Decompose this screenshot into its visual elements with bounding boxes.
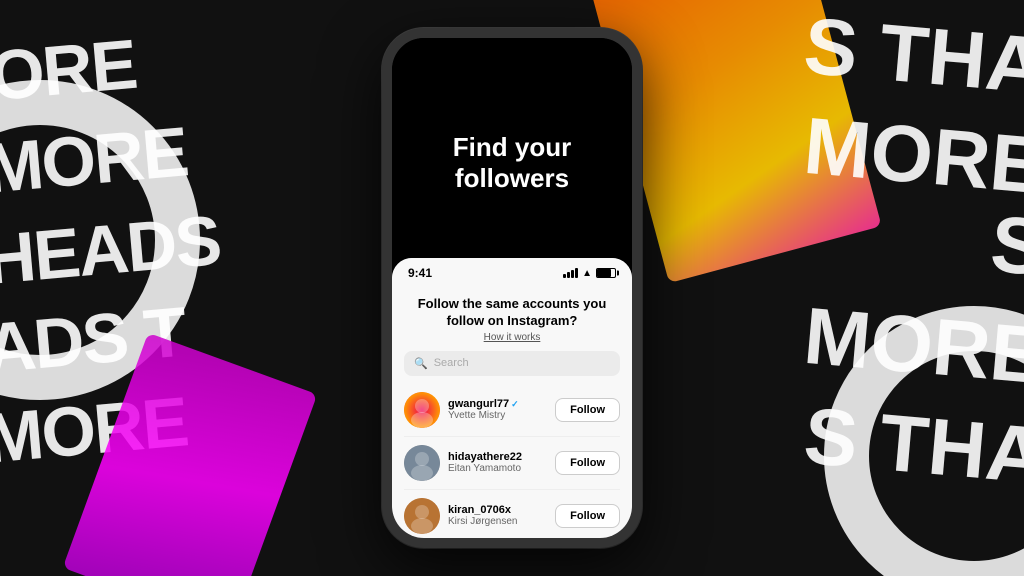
search-icon: 🔍 (414, 357, 428, 370)
signal-bars-icon (563, 268, 578, 278)
follow-button[interactable]: Follow (555, 398, 620, 422)
status-time: 9:41 (408, 266, 432, 280)
battery-fill (597, 269, 611, 277)
screen-title: Follow the same accounts you follow on I… (404, 296, 620, 330)
signal-bar-4 (575, 268, 578, 278)
signal-bar-2 (567, 272, 570, 278)
avatar (404, 498, 440, 534)
user-row: hidayathere22 Eitan Yamamoto Follow (404, 437, 620, 490)
user-row: kiran_0706x Kirsi Jørgensen Follow (404, 490, 620, 538)
user-handle: gwangurl77 ✓ (448, 398, 547, 410)
user-list: gwangurl77 ✓ Yvette Mistry Follow (404, 384, 620, 538)
search-placeholder-text: Search (434, 357, 469, 369)
signal-bar-3 (571, 270, 574, 278)
wifi-icon: ▲ (582, 268, 592, 279)
user-handle: hidayathere22 (448, 451, 547, 463)
user-name: Kirsi Jørgensen (448, 516, 547, 527)
user-name: Yvette Mistry (448, 410, 547, 421)
headline-line1: Find your (453, 132, 571, 163)
verified-badge-icon: ✓ (511, 399, 519, 410)
phone-screen: 9:41 ▲ Follow the (392, 258, 632, 538)
search-bar[interactable]: 🔍 Search (404, 351, 620, 376)
status-bar: 9:41 ▲ (392, 258, 632, 284)
user-info: hidayathere22 Eitan Yamamoto (448, 451, 547, 474)
user-row: gwangurl77 ✓ Yvette Mistry Follow (404, 384, 620, 437)
screen-content: Follow the same accounts you follow on I… (392, 296, 632, 538)
headline-line2: followers (453, 163, 571, 194)
phone-notch (472, 48, 552, 72)
follow-button[interactable]: Follow (555, 504, 620, 528)
user-info: kiran_0706x Kirsi Jørgensen (448, 504, 547, 527)
user-handle: kiran_0706x (448, 504, 547, 516)
signal-bar-1 (563, 274, 566, 278)
avatar (404, 392, 440, 428)
user-info: gwangurl77 ✓ Yvette Mistry (448, 398, 547, 421)
follow-button[interactable]: Follow (555, 451, 620, 475)
battery-icon (596, 268, 616, 278)
main-content: Find your followers 9:41 ▲ (0, 0, 1024, 576)
avatar (404, 445, 440, 481)
phone-headline: Find your followers (453, 132, 571, 194)
status-icons: ▲ (563, 268, 616, 279)
phone-mockup: Find your followers 9:41 ▲ (382, 28, 642, 548)
how-it-works-link[interactable]: How it works (404, 332, 620, 343)
user-name: Eitan Yamamoto (448, 463, 547, 474)
